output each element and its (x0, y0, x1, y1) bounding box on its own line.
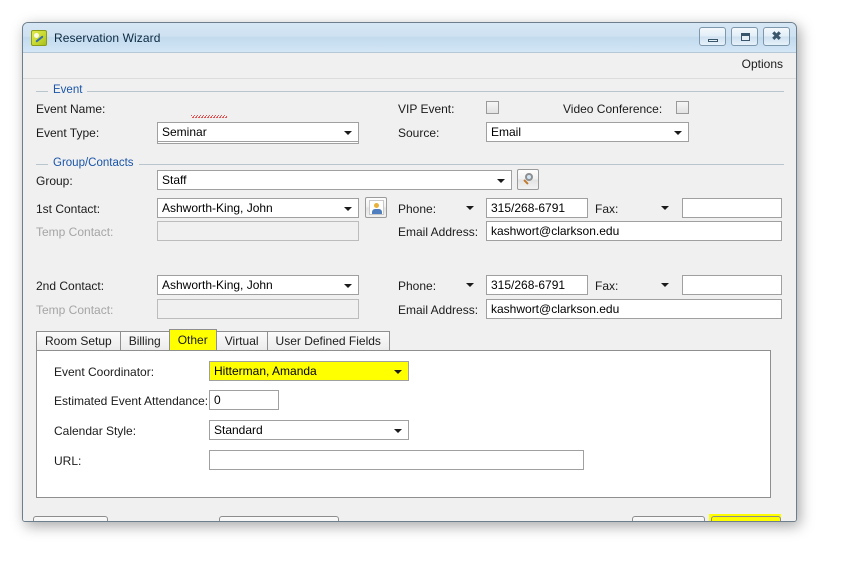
close-icon: ✖ (771, 29, 782, 43)
vip-event-checkbox[interactable] (486, 101, 499, 114)
calendar-style-label: Calendar Style: (54, 424, 137, 438)
contact2-phone-value: 315/268-6791 (491, 278, 566, 292)
contact1-email-input[interactable]: kashwort@clarkson.edu (486, 221, 782, 241)
contact2-email-input[interactable]: kashwort@clarkson.edu (486, 299, 782, 319)
window-controls: ✖ (699, 27, 790, 46)
event-type-value: Seminar (162, 125, 207, 139)
estimated-attendance-value: 0 (214, 393, 221, 407)
chevron-down-icon (344, 207, 352, 211)
contact1-phone-label: Phone: (398, 202, 437, 216)
chevron-down-icon (344, 131, 352, 135)
spellcheck-squiggle-icon (191, 115, 227, 118)
source-label: Source: (398, 126, 440, 140)
tab-strip: Room Setup Billing Other Virtual User De… (36, 329, 390, 350)
video-conference-label: Video Conference: (563, 102, 663, 116)
restore-button[interactable] (731, 27, 758, 46)
contact1-phone-value: 315/268-6791 (491, 201, 566, 215)
contact1-phone-input[interactable]: 315/268-6791 (486, 198, 588, 218)
contact2-phone-label: Phone: (398, 279, 437, 293)
group-info-button[interactable]: Group Info (219, 516, 339, 521)
event-coordinator-label: Event Coordinator: (54, 365, 155, 379)
chevron-down-icon (344, 284, 352, 288)
contact1-fax-type-chevron-down-icon[interactable] (661, 206, 669, 210)
contact1-email-value: kashwort@clarkson.edu (491, 224, 620, 238)
reservation-wizard-window: Reservation Wizard ✖ Options Event Event… (22, 22, 797, 522)
contact2-fax-label: Fax: (595, 279, 619, 293)
group-combo[interactable]: Staff (157, 170, 512, 190)
contact1-phone-type-chevron-down-icon[interactable] (466, 206, 474, 210)
tab-other[interactable]: Other (168, 329, 217, 350)
close-button[interactable]: ✖ (763, 27, 790, 46)
options-link[interactable]: Options (742, 57, 783, 71)
contacts-groupbox: Group/Contacts (36, 157, 784, 169)
event-type-label: Event Type: (36, 126, 100, 140)
calendar-style-combo[interactable]: Standard (209, 420, 409, 440)
chevron-down-icon (394, 429, 402, 433)
chevron-down-icon (674, 131, 682, 135)
event-coordinator-value: Hitterman, Amanda (214, 364, 317, 378)
contact2-temp-input (157, 299, 359, 319)
tab-billing[interactable]: Billing (119, 331, 170, 350)
minimize-button[interactable] (699, 27, 726, 46)
event-coordinator-combo[interactable]: Hitterman, Amanda (209, 361, 409, 381)
group-value: Staff (162, 173, 187, 187)
estimated-attendance-input[interactable]: 0 (209, 390, 279, 410)
cancel-button[interactable]: Cancel (33, 516, 108, 521)
tab-user-defined-fields[interactable]: User Defined Fields (266, 331, 390, 350)
chevron-down-icon (394, 370, 402, 374)
contact2-email-value: kashwort@clarkson.edu (491, 302, 620, 316)
contact2-phone-type-chevron-down-icon[interactable] (466, 283, 474, 287)
contact2-temp-label: Temp Contact: (36, 303, 114, 317)
contact2-email-label: Email Address: (398, 303, 479, 317)
options-row: Options (23, 53, 796, 79)
url-input[interactable] (209, 450, 584, 470)
contacts-groupbox-legend: Group/Contacts (48, 157, 139, 169)
event-groupbox-legend: Event (48, 84, 88, 96)
contact1-lookup-button[interactable] (365, 197, 387, 218)
finish-button[interactable]: Finish (711, 516, 781, 521)
title-bar[interactable]: Reservation Wizard ✖ (23, 23, 796, 53)
contact2-combo[interactable]: Ashworth-King, John (157, 275, 359, 295)
contact1-value: Ashworth-King, John (162, 201, 273, 215)
window-title: Reservation Wizard (54, 30, 161, 45)
group-search-button[interactable] (517, 169, 539, 190)
contact2-phone-input[interactable]: 315/268-6791 (486, 275, 588, 295)
source-combo[interactable]: Email (486, 122, 689, 142)
previous-button[interactable]: < Previous (632, 516, 705, 521)
contact1-fax-label: Fax: (595, 202, 619, 216)
contact1-temp-input (157, 221, 359, 241)
group-label: Group: (36, 174, 73, 188)
contact1-label: 1st Contact: (36, 202, 101, 216)
tab-virtual[interactable]: Virtual (215, 331, 268, 350)
other-tab-panel: Event Coordinator: Hitterman, Amanda Est… (36, 350, 771, 498)
person-card-icon (369, 200, 384, 215)
window-body: Options Event Event Name: Example EMS Re… (23, 53, 796, 521)
estimated-attendance-label: Estimated Event Attendance: (54, 394, 209, 408)
contact1-temp-label: Temp Contact: (36, 225, 114, 239)
video-conference-checkbox[interactable] (676, 101, 689, 114)
contact1-fax-input[interactable] (682, 198, 782, 218)
calendar-style-value: Standard (214, 423, 263, 437)
contact1-email-label: Email Address: (398, 225, 479, 239)
contact2-fax-type-chevron-down-icon[interactable] (661, 283, 669, 287)
contact2-value: Ashworth-King, John (162, 278, 273, 292)
event-type-combo[interactable]: Seminar (157, 122, 359, 142)
event-groupbox: Event (36, 84, 784, 96)
screenshot-root: Reservation Wizard ✖ Options Event Event… (0, 0, 848, 574)
tab-room-setup[interactable]: Room Setup (36, 331, 121, 350)
vip-event-label: VIP Event: (398, 102, 455, 116)
contact2-label: 2nd Contact: (36, 279, 105, 293)
source-value: Email (491, 125, 522, 139)
url-label: URL: (54, 454, 82, 468)
contact2-fax-input[interactable] (682, 275, 782, 295)
wizard-wand-icon (31, 29, 47, 46)
chevron-down-icon (497, 179, 505, 183)
magnifier-icon (522, 172, 537, 188)
event-name-label: Event Name: (36, 102, 106, 116)
contact1-combo[interactable]: Ashworth-King, John (157, 198, 359, 218)
